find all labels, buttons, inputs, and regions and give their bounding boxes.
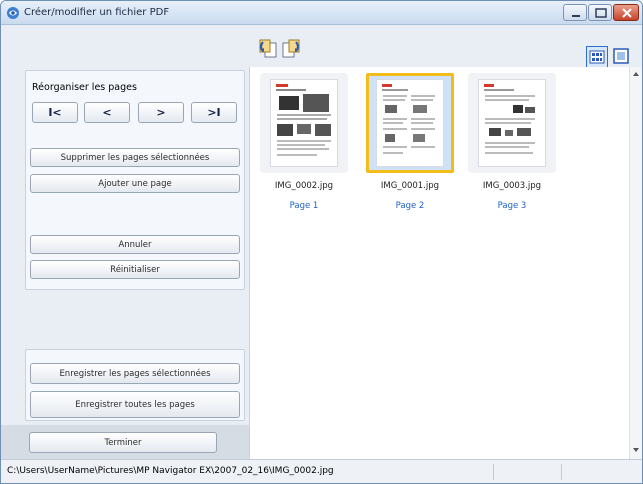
thumbnail-filename: IMG_0003.jpg	[482, 181, 542, 191]
previous-page-button[interactable]: <	[84, 102, 130, 123]
next-page-button[interactable]: >	[138, 102, 184, 123]
scroll-arrows-icon	[633, 72, 639, 452]
minimize-button[interactable]	[563, 4, 587, 21]
status-divider	[561, 464, 562, 480]
page-thumbnail[interactable]: IMG_0002.jpg Page 1	[260, 73, 348, 211]
page-preview	[376, 79, 444, 167]
page-thumbnail[interactable]: IMG_0003.jpg Page 3	[468, 73, 556, 211]
maximize-button[interactable]	[588, 4, 612, 21]
status-divider	[493, 464, 494, 480]
page-preview	[478, 79, 546, 167]
status-file-path: C:\Users\UserName\Pictures\MP Navigator …	[7, 466, 334, 476]
page-image	[276, 84, 331, 156]
thumbnail-frame	[260, 73, 348, 173]
finish-button[interactable]: Terminer	[29, 432, 217, 453]
minimize-icon	[572, 15, 580, 17]
thumbnail-page-label: Page 2	[395, 201, 425, 211]
add-page-button[interactable]: Ajouter une page	[30, 174, 240, 193]
page-preview	[270, 79, 338, 167]
save-selected-pages-button[interactable]: Enregistrer les pages sélectionnées	[30, 363, 240, 384]
last-page-button[interactable]: >I	[191, 102, 237, 123]
app-icon	[7, 7, 19, 19]
view-single-page-icon	[613, 48, 629, 64]
page-image	[484, 84, 535, 154]
status-bar: C:\Users\UserName\Pictures\MP Navigator …	[1, 459, 642, 483]
view-thumbnails-icon	[589, 50, 605, 64]
finish-bar: Terminer	[1, 425, 249, 459]
rotate-left-button[interactable]	[257, 37, 279, 59]
window-title: Créer/modifier un fichier PDF	[24, 7, 170, 18]
toolbar	[1, 25, 642, 68]
thumbnail-page-label: Page 1	[289, 201, 319, 211]
page-actions-group: Réorganiser les pages I< < > >I Supprime…	[25, 70, 245, 290]
rotate-right-icon	[282, 39, 300, 58]
save-all-pages-button[interactable]: Enregistrer toutes les pages	[30, 391, 240, 418]
rotate-right-button[interactable]	[280, 37, 302, 59]
delete-selected-pages-button[interactable]: Supprimer les pages sélectionnées	[30, 148, 240, 167]
close-icon	[622, 8, 632, 18]
first-page-button[interactable]: I<	[32, 102, 78, 123]
thumbnail-page-label: Page 3	[497, 201, 527, 211]
thumbnail-area: IMG_0002.jpg Page 1 IMG_0001.jpg Page 2 …	[249, 67, 629, 459]
reset-button[interactable]: Réinitialiser	[30, 260, 240, 279]
page-thumbnail-selected[interactable]: IMG_0001.jpg Page 2	[366, 73, 454, 211]
reorder-pages-label: Réorganiser les pages	[32, 82, 137, 93]
pdf-editor-window: Créer/modifier un fichier PDF Réorganise…	[0, 0, 643, 484]
undo-button[interactable]: Annuler	[30, 235, 240, 254]
view-thumbnails-button[interactable]	[586, 46, 608, 68]
save-group: Enregistrer les pages sélectionnées Enre…	[25, 349, 245, 421]
view-single-page-button[interactable]	[611, 46, 633, 68]
close-button[interactable]	[613, 4, 639, 21]
thumbnail-frame	[468, 73, 556, 173]
maximize-icon	[595, 8, 607, 18]
thumbnail-filename: IMG_0002.jpg	[274, 181, 334, 191]
vertical-scrollbar[interactable]	[629, 67, 642, 459]
left-panel: Réorganiser les pages I< < > >I Supprime…	[1, 67, 249, 459]
page-image	[382, 84, 435, 154]
thumbnail-frame	[366, 73, 454, 173]
rotate-left-icon	[259, 39, 277, 58]
thumbnail-filename: IMG_0001.jpg	[380, 181, 440, 191]
title-bar: Créer/modifier un fichier PDF	[1, 1, 642, 25]
